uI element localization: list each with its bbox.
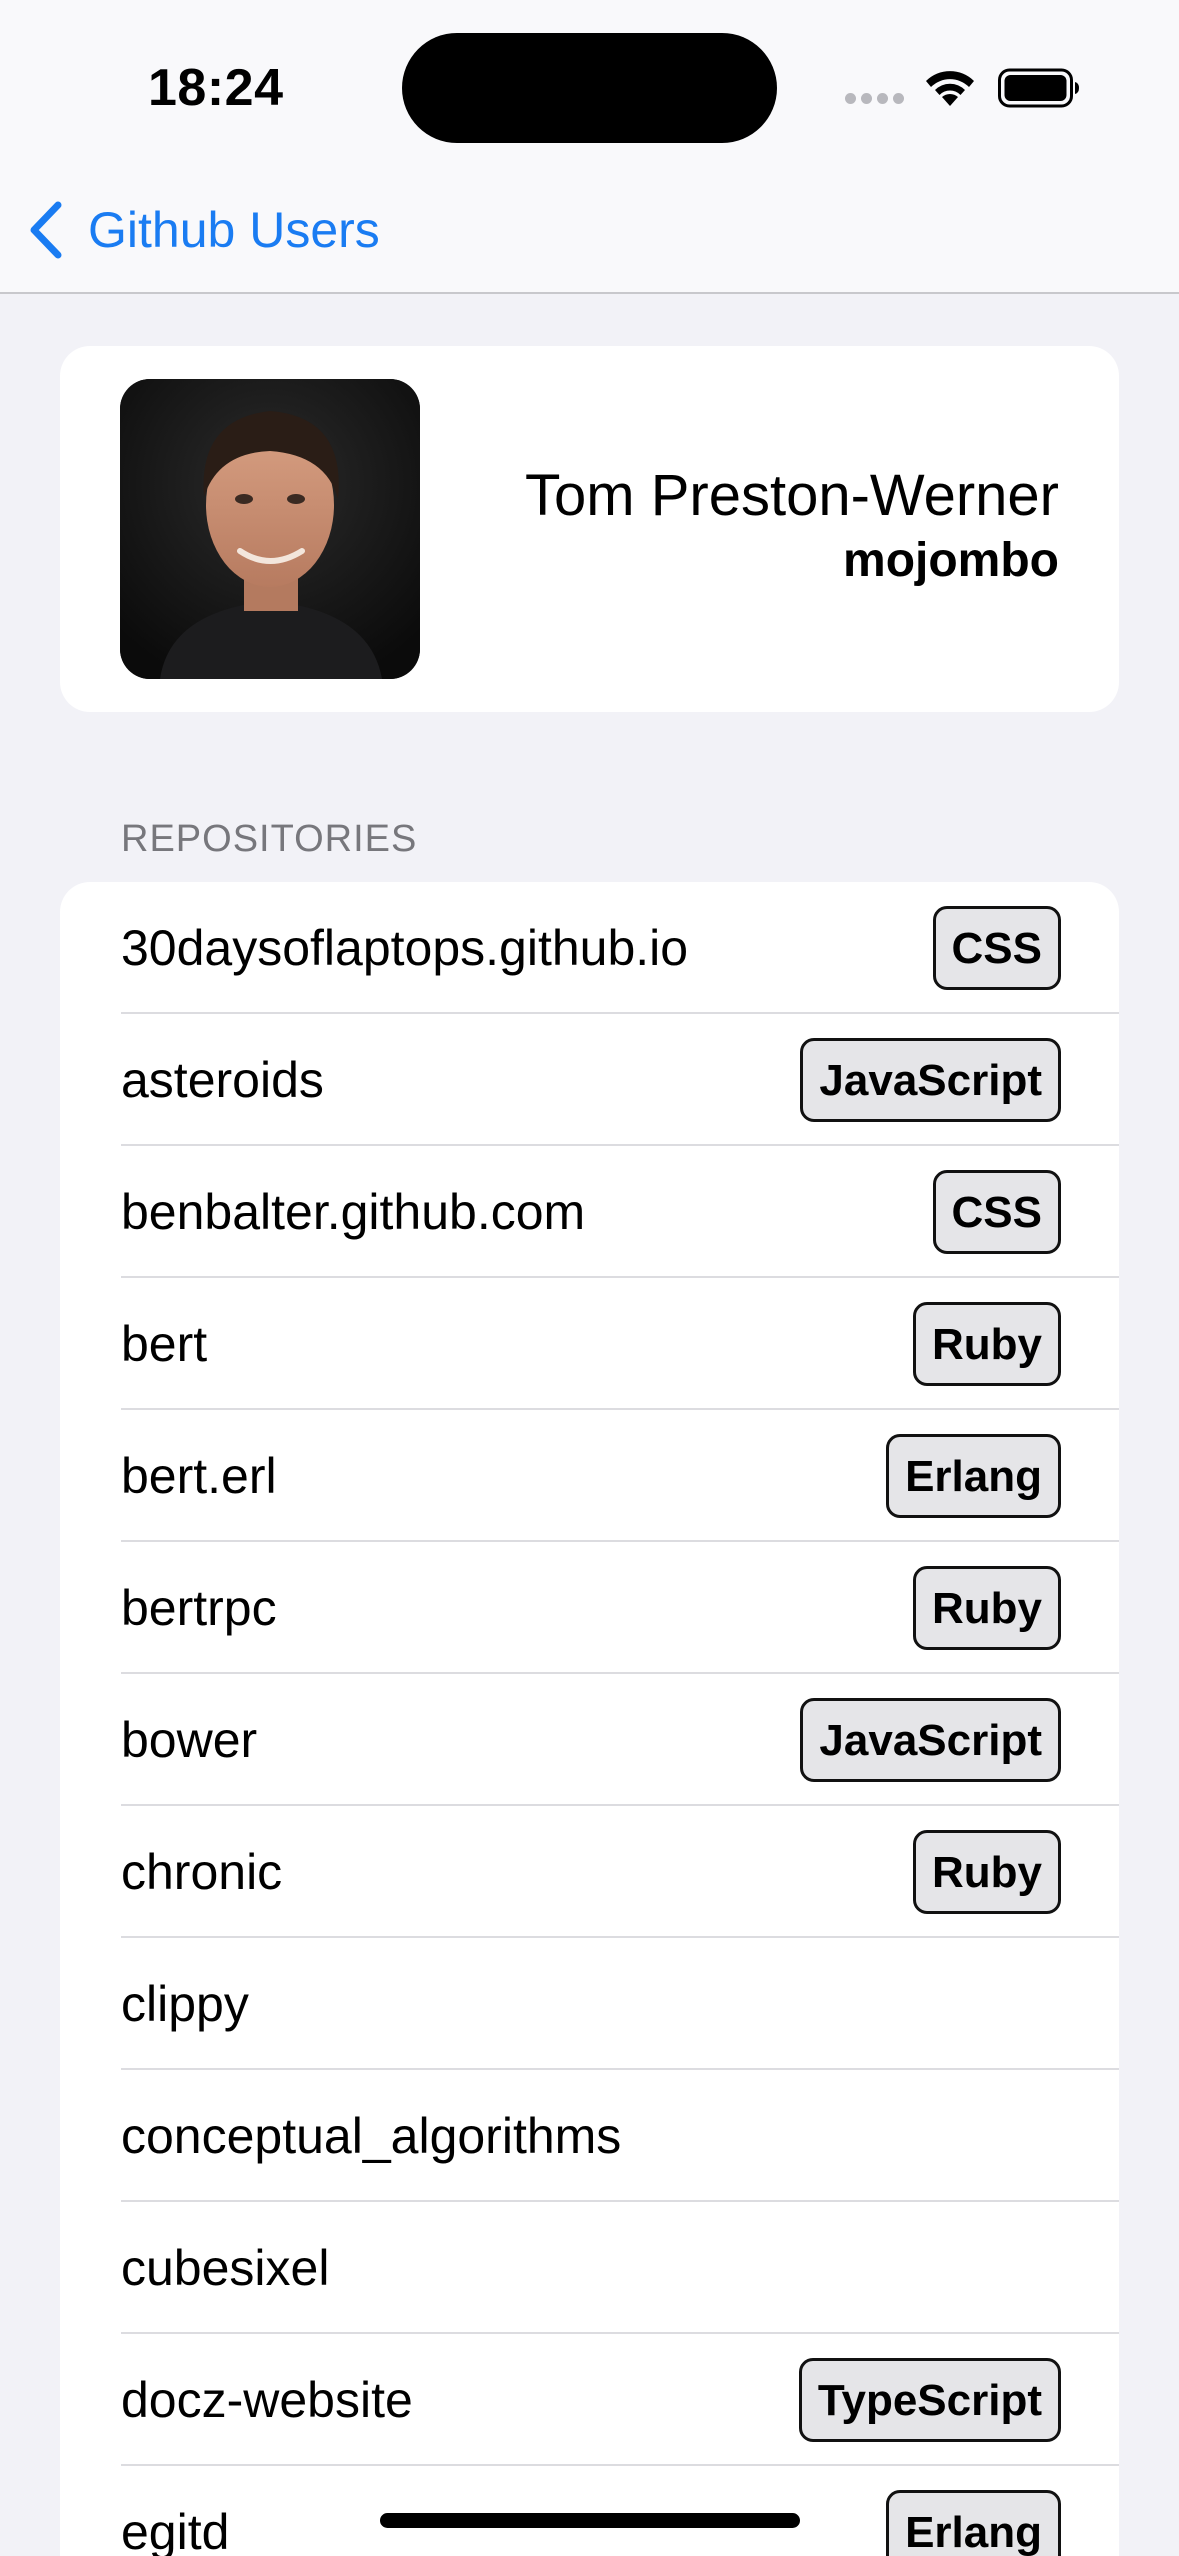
language-badge: JavaScript xyxy=(800,1038,1061,1122)
avatar xyxy=(120,379,420,679)
profile-text: Tom Preston-Werner mojombo xyxy=(525,464,1059,592)
repo-row[interactable]: egitd Erlang xyxy=(60,2466,1119,2556)
repo-row[interactable]: clippy xyxy=(60,1938,1119,2070)
home-indicator[interactable] xyxy=(380,2513,800,2528)
back-button[interactable]: Github Users xyxy=(26,195,380,265)
language-badge: CSS xyxy=(932,906,1061,990)
repo-name: bert xyxy=(121,1316,208,1372)
language-badge: Ruby xyxy=(913,1302,1061,1386)
chevron-left-icon xyxy=(30,201,62,259)
repo-name: bower xyxy=(121,1712,258,1768)
repo-name: clippy xyxy=(121,1976,249,2032)
repo-name: asteroids xyxy=(121,1052,324,1108)
signal-dots-icon xyxy=(845,93,905,105)
repo-row[interactable]: asteroids JavaScript xyxy=(60,1014,1119,1146)
repositories-section-header: REPOSITORIES xyxy=(121,818,418,860)
repo-name: bertrpc xyxy=(121,1580,277,1636)
language-badge: TypeScript xyxy=(798,2358,1061,2442)
profile-name: Tom Preston-Werner xyxy=(525,463,1059,528)
repo-row[interactable]: chronic Ruby xyxy=(60,1806,1119,1938)
repo-row[interactable]: bert.erl Erlang xyxy=(60,1410,1119,1542)
profile-card: Tom Preston-Werner mojombo xyxy=(60,346,1119,712)
language-badge: Ruby xyxy=(913,1566,1061,1650)
back-button-label: Github Users xyxy=(88,202,380,258)
repository-list: 30daysoflaptops.github.io CSS asteroids Jav… xyxy=(60,882,1119,2556)
battery-full-icon xyxy=(998,68,1079,108)
repo-row[interactable]: benbalter.github.com CSS xyxy=(60,1146,1119,1278)
repo-row[interactable]: cubesixel xyxy=(60,2202,1119,2334)
language-badge: Ruby xyxy=(913,1830,1061,1914)
repo-name: benbalter.github.com xyxy=(121,1184,586,1240)
repo-row[interactable]: bower JavaScript xyxy=(60,1674,1119,1806)
dynamic-island xyxy=(402,33,777,143)
wifi-icon xyxy=(926,71,974,106)
language-badge: Erlang xyxy=(886,1434,1061,1518)
language-badge: Erlang xyxy=(886,2490,1061,2556)
status-time: 18:24 xyxy=(148,59,284,117)
repo-name: chronic xyxy=(121,1844,283,1900)
repo-name: cubesixel xyxy=(121,2240,330,2296)
repo-row[interactable]: docz-website TypeScript xyxy=(60,2334,1119,2466)
repo-name: 30daysoflaptops.github.io xyxy=(121,920,689,976)
repo-name: bert.erl xyxy=(121,1448,277,1504)
repo-row[interactable]: bert Ruby xyxy=(60,1278,1119,1410)
repo-row[interactable]: 30daysoflaptops.github.io CSS xyxy=(60,882,1119,1014)
profile-login: mojombo xyxy=(843,534,1059,587)
repo-row[interactable]: conceptual_algorithms xyxy=(60,2070,1119,2202)
navigation-bar: 18:24 Github Users xyxy=(0,0,1179,294)
language-badge: JavaScript xyxy=(800,1698,1061,1782)
repo-name: egitd xyxy=(121,2504,230,2556)
language-badge: CSS xyxy=(932,1170,1061,1254)
repo-name: conceptual_algorithms xyxy=(121,2108,622,2164)
repo-row[interactable]: bertrpc Ruby xyxy=(60,1542,1119,1674)
repo-name: docz-website xyxy=(121,2372,413,2428)
screen: 18:24 Github Users Tom Preston-Werner mo… xyxy=(0,0,1179,2556)
